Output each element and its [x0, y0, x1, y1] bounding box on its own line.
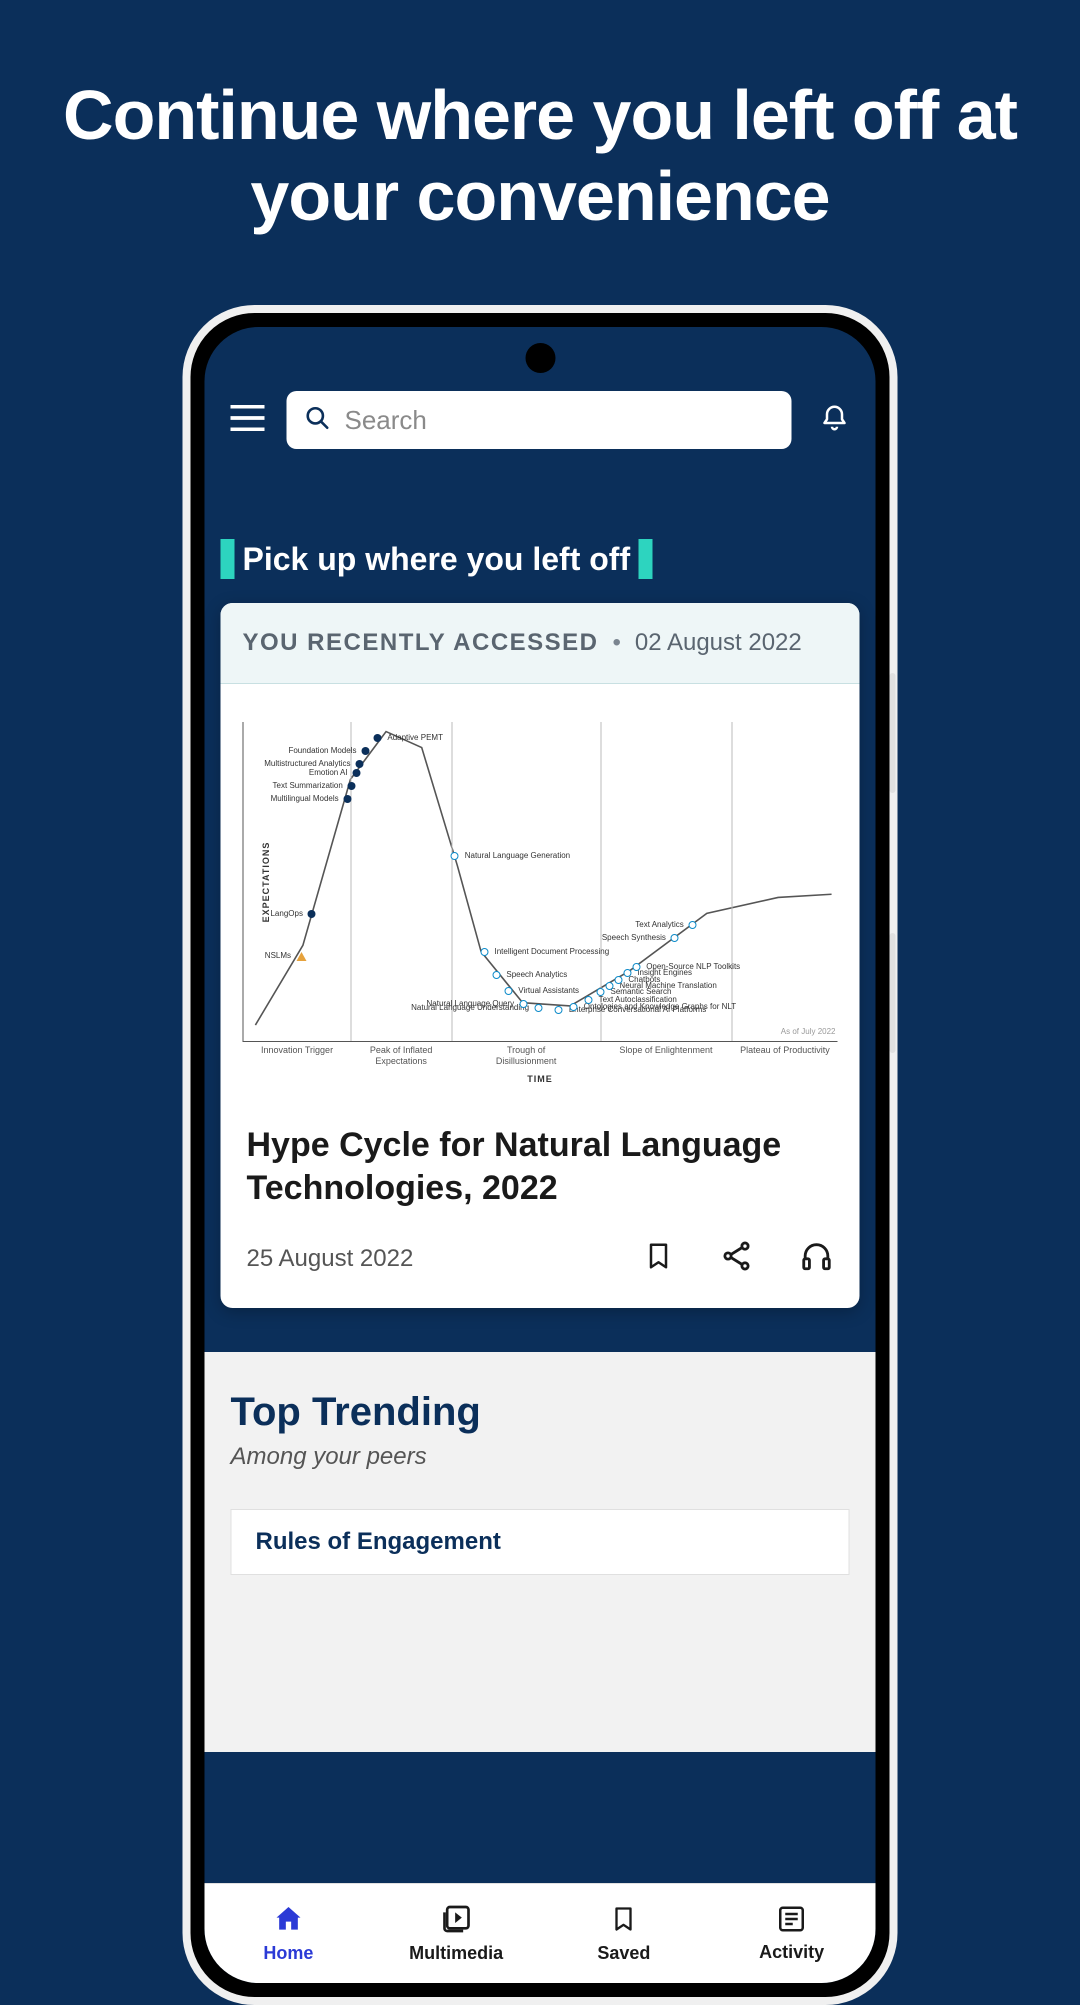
- chart-x-axis-label: TIME: [243, 1074, 838, 1084]
- chart-point-label: Multilingual Models: [271, 794, 339, 803]
- trending-title: Top Trending: [231, 1390, 850, 1435]
- nav-home[interactable]: Home: [205, 1884, 373, 1983]
- chart-point-label: Natural Language Understanding: [411, 1003, 529, 1012]
- chart-point-label: Multistructured Analytics: [264, 759, 350, 768]
- chart-point: [632, 963, 640, 971]
- chart-point-label: Text Autoclassification: [599, 995, 677, 1004]
- recent-card[interactable]: YOU RECENTLY ACCESSED • 02 August 2022 E…: [221, 603, 860, 1308]
- chart-point-label: Emotion AI: [309, 768, 348, 777]
- chart-point-label: Text Summarization: [273, 781, 343, 790]
- notifications-icon[interactable]: [820, 403, 850, 438]
- chart-point-label: NSLMs: [265, 951, 291, 960]
- chart-point-label: Open-Source NLP Toolkits: [646, 962, 740, 971]
- recent-card-header: YOU RECENTLY ACCESSED • 02 August 2022: [221, 603, 860, 684]
- chart-point: [344, 795, 352, 803]
- headphones-icon[interactable]: [800, 1239, 834, 1278]
- phone-side-button: [890, 673, 896, 793]
- separator-dot-icon: •: [613, 629, 621, 657]
- multimedia-icon: [440, 1903, 472, 1940]
- chart-phase-label: Innovation Trigger: [247, 1045, 347, 1056]
- chart-phase-label: Plateau of Productivity: [735, 1045, 835, 1056]
- chart-point-label: Foundation Models: [288, 746, 356, 755]
- nav-label: Activity: [759, 1942, 824, 1963]
- chart-point-label: Speech Synthesis: [602, 933, 666, 942]
- hype-cycle-chart: EXPECTATIONS As of July 2022 Innovation …: [221, 684, 860, 1094]
- card-title: Hype Cycle for Natural Language Technolo…: [247, 1124, 834, 1209]
- card-body: Hype Cycle for Natural Language Technolo…: [221, 1094, 860, 1239]
- chart-point: [623, 969, 631, 977]
- trending-section: Top Trending Among your peers Rules of E…: [205, 1352, 876, 1752]
- section-heading: Pick up where you left off: [221, 539, 860, 603]
- chart-point-label: Speech Analytics: [506, 970, 567, 979]
- activity-icon: [777, 1904, 807, 1939]
- chart-phase-label: Slope of Enlightenment: [616, 1045, 716, 1056]
- bottom-nav: Home Multimedia Saved Activity: [205, 1883, 876, 1983]
- chart-point: [361, 747, 369, 755]
- chart-point: [504, 987, 512, 995]
- section-heading-text: Pick up where you left off: [243, 541, 631, 578]
- nav-label: Home: [263, 1943, 313, 1964]
- chart-point: [373, 734, 381, 742]
- share-icon[interactable]: [720, 1239, 754, 1278]
- bookmark-icon[interactable]: [644, 1239, 674, 1278]
- promo-headline: Continue where you left off at your conv…: [0, 0, 1080, 236]
- search-input[interactable]: [345, 405, 774, 436]
- search-icon: [305, 405, 331, 436]
- card-publish-date: 25 August 2022: [247, 1245, 598, 1273]
- chart-point: [614, 976, 622, 984]
- nav-multimedia[interactable]: Multimedia: [372, 1884, 540, 1983]
- trending-subtitle: Among your peers: [231, 1443, 850, 1471]
- saved-icon: [610, 1903, 638, 1940]
- accent-bar-icon: [638, 539, 652, 579]
- chart-point-label: Adaptive PEMT: [387, 733, 443, 742]
- nav-activity[interactable]: Activity: [708, 1884, 876, 1983]
- phone-side-button: [890, 933, 896, 1053]
- nav-label: Saved: [597, 1943, 650, 1964]
- chart-point-label: Intelligent Document Processing: [494, 947, 609, 956]
- chart-phase-label: Peak of Inflated Expectations: [351, 1045, 451, 1067]
- card-footer: 25 August 2022: [221, 1239, 860, 1308]
- search-bar[interactable]: [287, 391, 792, 449]
- chart-point: [296, 952, 306, 961]
- chart-point: [356, 760, 364, 768]
- chart-phase-label: Trough of Disillusionment: [476, 1045, 576, 1067]
- chart-point-label: Virtual Assistants: [518, 986, 579, 995]
- chart-footnote: As of July 2022: [781, 1027, 836, 1036]
- chart-point: [570, 1003, 578, 1011]
- chart-point: [534, 1004, 542, 1012]
- phone-screen: Pick up where you left off YOU RECENTLY …: [205, 327, 876, 1983]
- chart-point-label: Natural Language Generation: [465, 851, 570, 860]
- chart-point: [492, 971, 500, 979]
- recent-accessed-date: 02 August 2022: [635, 629, 802, 657]
- menu-icon[interactable]: [231, 405, 265, 436]
- camera-cutout: [525, 343, 555, 373]
- recent-section: Pick up where you left off YOU RECENTLY …: [205, 539, 876, 1308]
- nav-saved[interactable]: Saved: [540, 1884, 708, 1983]
- chart-point: [605, 982, 613, 990]
- trending-card[interactable]: Rules of Engagement: [231, 1509, 850, 1575]
- phone-frame: Pick up where you left off YOU RECENTLY …: [183, 305, 898, 2005]
- nav-label: Multimedia: [409, 1943, 503, 1964]
- chart-point: [519, 1000, 527, 1008]
- home-icon: [272, 1903, 304, 1940]
- chart-point-label: LangOps: [270, 909, 302, 918]
- recent-badge: YOU RECENTLY ACCESSED: [243, 629, 599, 657]
- accent-bar-icon: [221, 539, 235, 579]
- trending-item-title: Rules of Engagement: [256, 1528, 825, 1556]
- chart-point-label: Text Analytics: [635, 920, 683, 929]
